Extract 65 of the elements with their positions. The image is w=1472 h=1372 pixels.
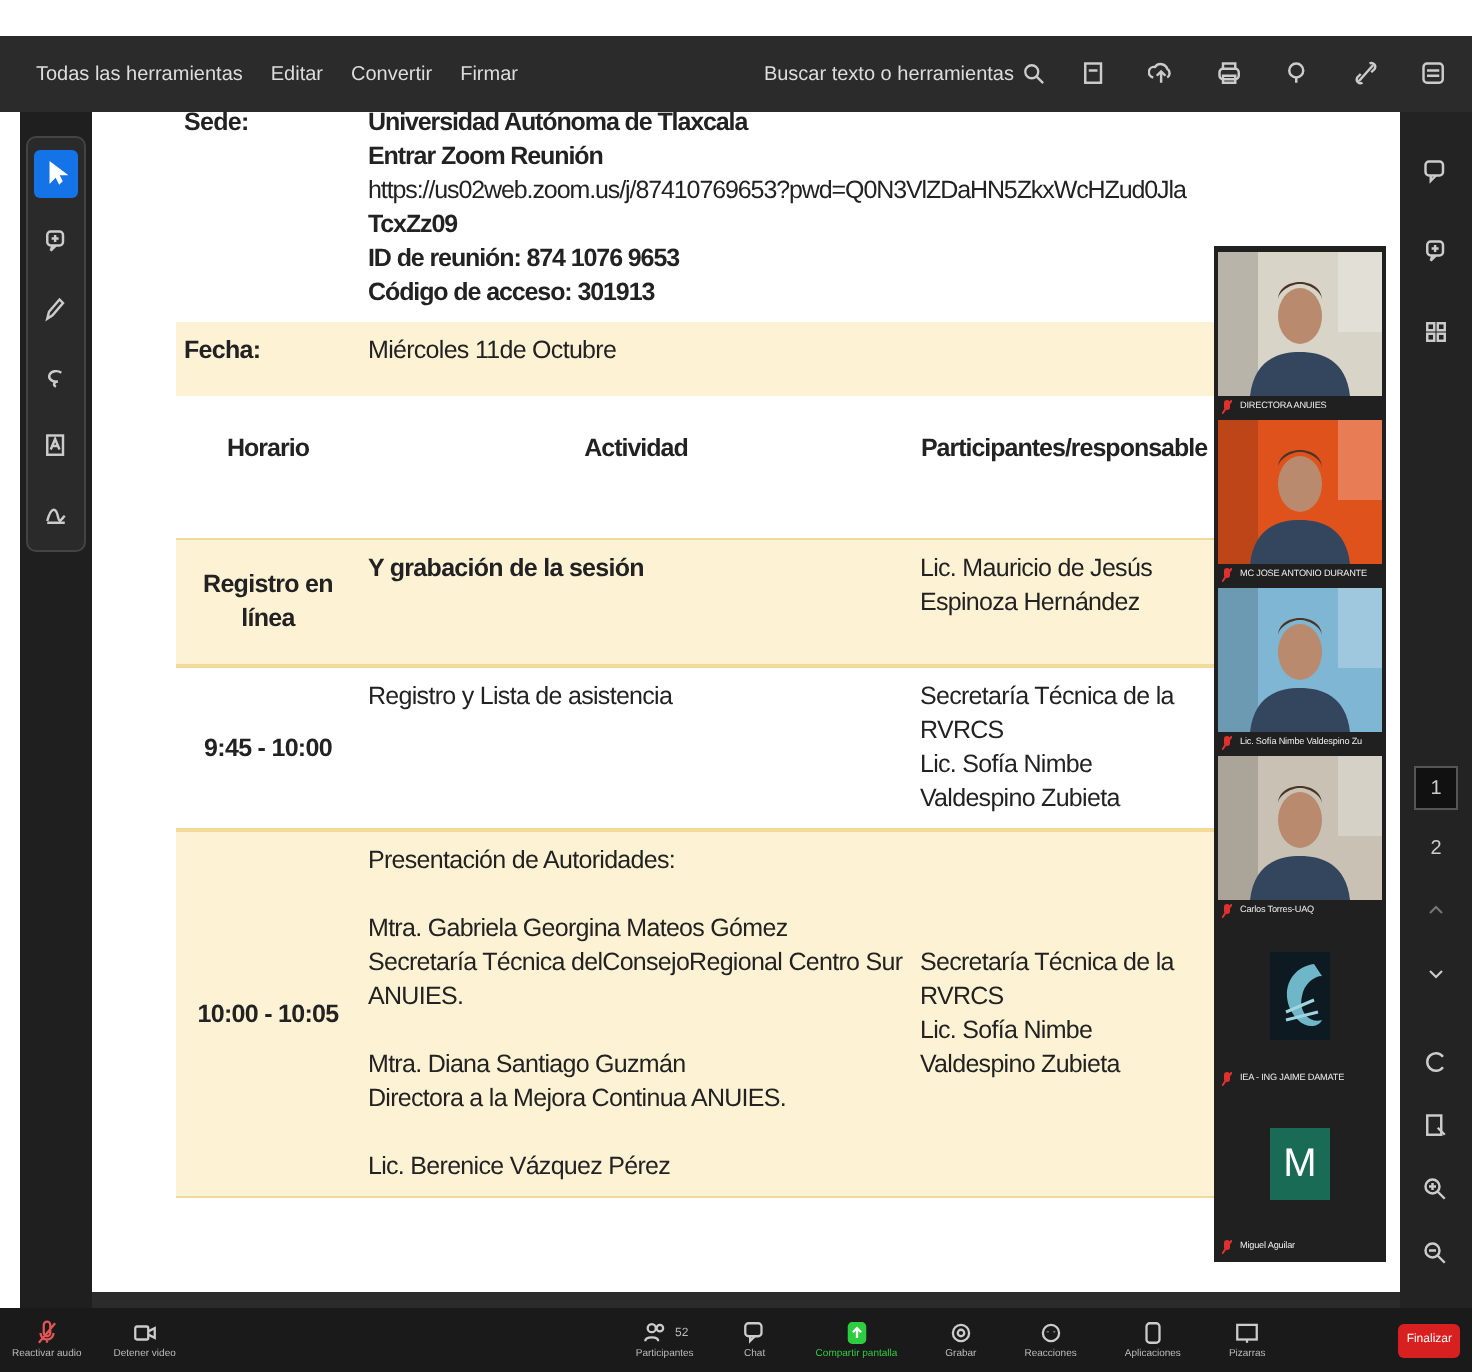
cloud-upload-icon	[1148, 60, 1176, 88]
muted-mic-icon	[1222, 399, 1232, 413]
text-line: Código de acceso: 301913	[368, 276, 657, 310]
muted-mic-icon	[1222, 903, 1232, 917]
zoom-out-icon	[1422, 1240, 1450, 1268]
comment-icon	[1422, 238, 1450, 266]
muted-mic-icon	[1222, 1239, 1232, 1253]
text-line: Mtra. Diana Santiago Guzmán	[368, 1048, 688, 1082]
menu-item[interactable]: Firmar	[460, 59, 518, 89]
text-line: Presentación de Autoridades:	[368, 844, 678, 878]
menu-item[interactable]: Editar	[270, 59, 324, 89]
text-line: Lic. Mauricio de Jesús Espinoza Hernández	[920, 552, 1154, 620]
field-value: Universidad Autónoma de Tlaxcala	[368, 112, 751, 140]
print-icon	[1216, 60, 1244, 88]
text-line: Mtra. Gabriela Georgina Mateos Gómez	[368, 912, 790, 946]
text-line: https://us02web.zoom.us/j/87410769653?pwd=Q0N3VlZDaHN5ZkxWcHZud0Jla	[368, 174, 1189, 208]
grid-icon	[1422, 318, 1450, 346]
chat-icon	[1422, 158, 1450, 186]
text-line: Lic. Sofía Nimbe Valdespino Zubieta	[920, 1014, 1123, 1082]
avatar: M	[1270, 1128, 1330, 1200]
refresh-icon	[1422, 1048, 1450, 1076]
text-line: Secretaría Técnica de la RVRCS	[920, 680, 1177, 748]
search-icon	[1022, 61, 1048, 87]
column-header: Participantes/responsable	[918, 432, 1210, 466]
pen-icon	[42, 296, 70, 324]
muted-mic-icon	[1222, 567, 1232, 581]
page-number[interactable]: 1	[1414, 766, 1458, 810]
camera-icon	[131, 1320, 158, 1346]
field-label: Sede:	[182, 112, 251, 140]
chat-icon	[741, 1320, 768, 1346]
page-icon	[1422, 1112, 1450, 1140]
text-line: Y grabación de la sesión	[368, 552, 646, 586]
menu-item[interactable]: Todas las herramientas	[36, 59, 243, 89]
text-line: Lic. Sofía Nimbe Valdespino Zubieta	[920, 748, 1123, 816]
field-value: Miércoles 11de Octubre	[366, 334, 619, 368]
logo-icon	[1270, 952, 1330, 1040]
muted-mic-icon	[1222, 1071, 1232, 1085]
record-icon	[947, 1320, 974, 1346]
whiteboard-icon	[1234, 1320, 1261, 1346]
search-button[interactable]: Buscar texto o herramientas	[763, 59, 1048, 89]
muted-mic-icon	[33, 1320, 60, 1346]
people-icon	[641, 1320, 667, 1346]
text-line: Directora a la Mejora Continua ANUIES.	[368, 1082, 789, 1116]
page-number[interactable]: 2	[1414, 826, 1458, 870]
menu-item[interactable]: Convertir	[351, 59, 433, 89]
comment-icon	[42, 228, 70, 256]
zoom-in-icon	[1422, 1176, 1450, 1204]
muted-mic-icon	[1222, 735, 1232, 749]
field-label: Fecha:	[182, 334, 263, 368]
text-line: Secretaría Técnica de la RVRCS	[920, 946, 1177, 1014]
share-screen-icon	[843, 1320, 870, 1346]
time-cell-text: 10:00 - 10:05	[195, 997, 341, 1031]
text-line: Registro y Lista de asistencia	[368, 680, 675, 714]
tool-button[interactable]	[34, 150, 78, 198]
column-header: Actividad	[582, 432, 690, 466]
text-line: Entrar Zoom Reunión	[368, 140, 605, 174]
text-box-icon	[42, 432, 70, 460]
text-line: Lic. Berenice Vázquez Pérez	[368, 1150, 673, 1184]
column-header: Horario	[225, 432, 311, 466]
text-line: TcxZz09	[368, 208, 460, 242]
text-line: ID de reunión: 874 1076 9653	[368, 242, 682, 276]
text-line: Secretaría Técnica delConsejoRegional Centro Sur ANUIES.	[368, 946, 904, 1014]
time-cell-text: Registro en línea	[201, 568, 335, 636]
time-cell-text: 9:45 - 10:00	[202, 731, 334, 765]
phone-icon	[1139, 1320, 1166, 1346]
